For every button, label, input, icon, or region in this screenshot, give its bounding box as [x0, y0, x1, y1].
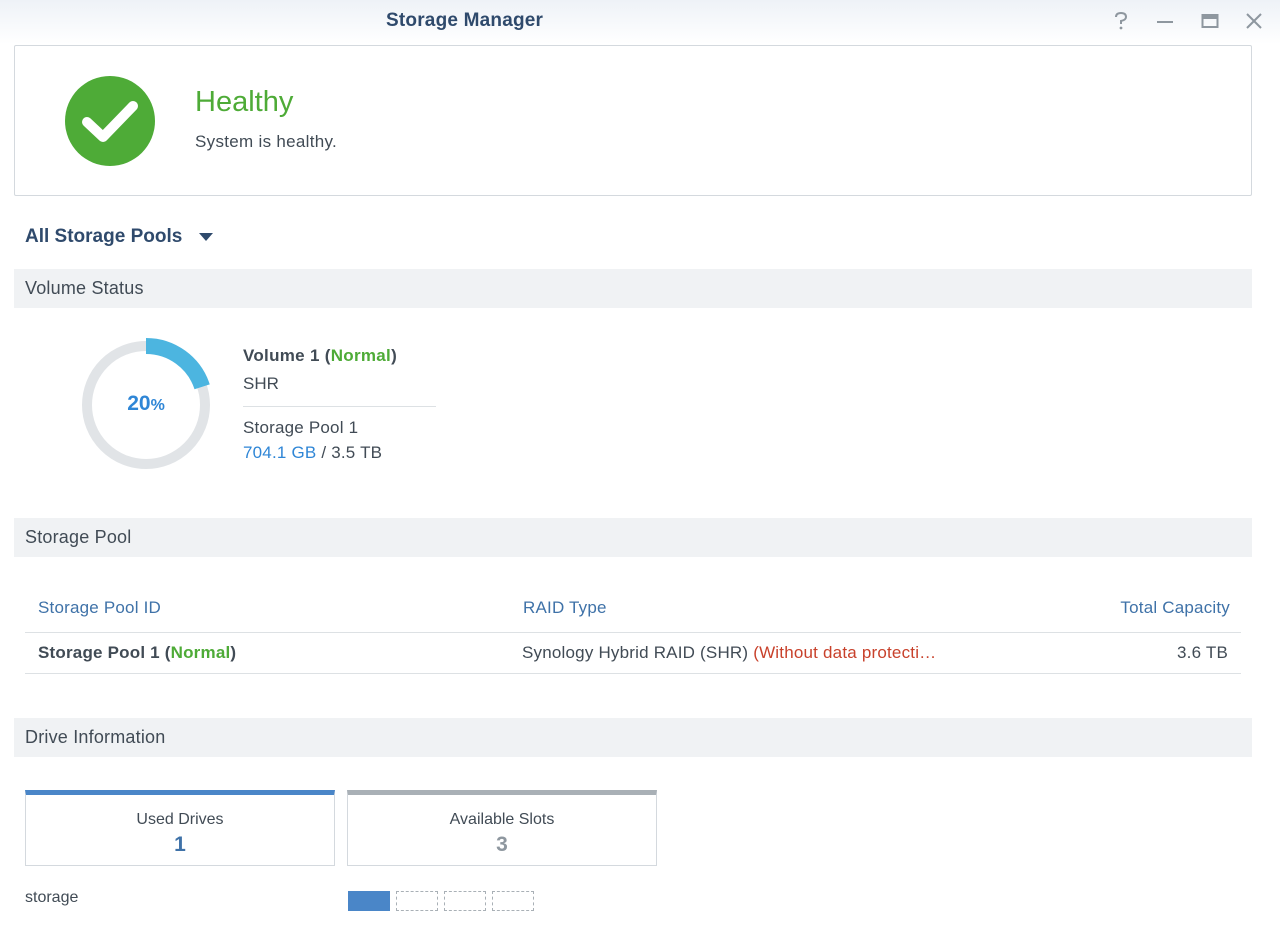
used-drives-label: Used Drives [136, 811, 224, 828]
storage-pool-selector[interactable]: All Storage Pools [25, 226, 214, 248]
maximize-icon[interactable] [1197, 8, 1223, 34]
volume-status-header-label: Volume Status [25, 278, 144, 298]
close-icon[interactable] [1241, 8, 1267, 34]
table-row-divider [25, 673, 1241, 674]
used-drives-card[interactable]: Used Drives 1 [25, 790, 335, 866]
available-slots-label: Available Slots [449, 811, 555, 828]
used-drives-count: 1 [174, 833, 186, 856]
available-slots-card[interactable]: Available Slots 3 [347, 790, 657, 866]
storage-pool-header: Storage Pool [14, 518, 1252, 557]
column-header-raid-type[interactable]: RAID Type [523, 598, 607, 618]
drive-information-header: Drive Information [14, 718, 1252, 757]
volume-type: SHR [243, 374, 279, 393]
checkmark-icon [65, 76, 155, 166]
help-icon[interactable] [1108, 8, 1134, 34]
volume-capacity: 704.1 GB / 3.5 TB [243, 443, 383, 462]
pool-status: Normal [170, 643, 231, 662]
column-header-total-capacity[interactable]: Total Capacity [1120, 598, 1230, 618]
volume-status-header: Volume Status [14, 269, 1252, 308]
volume-pool: Storage Pool 1 [243, 418, 359, 437]
table-header-divider [25, 632, 1241, 633]
pool-id-cell: Storage Pool 1 (Normal) [38, 643, 237, 662]
health-status-message: System is healthy. [195, 132, 338, 151]
window-title: Storage Manager [386, 10, 544, 31]
enclosure-label: storage [25, 889, 79, 906]
chevron-down-icon [199, 233, 214, 241]
storage-pool-header-label: Storage Pool [25, 527, 132, 547]
volume-used: 704.1 GB [243, 443, 317, 462]
title-bar: Storage Manager [0, 0, 1280, 44]
minimize-icon[interactable] [1152, 8, 1178, 34]
drive-slot-used[interactable] [348, 891, 390, 911]
column-header-pool-id[interactable]: Storage Pool ID [38, 598, 161, 618]
capacity-cell: 3.6 TB [1177, 643, 1228, 662]
drive-slot-empty[interactable] [396, 891, 438, 911]
volume-status: Normal [330, 346, 392, 365]
volume-name[interactable]: Volume 1 (Normal) [243, 346, 397, 366]
raid-type-cell: Synology Hybrid RAID (SHR) (Without data… [522, 643, 937, 662]
divider [243, 406, 436, 407]
available-slots-count: 3 [496, 833, 508, 856]
raid-warning: (Without data protecti… [753, 643, 937, 662]
health-status-card: Healthy System is healthy. [14, 45, 1252, 196]
storage-pool-selector-label: All Storage Pools [25, 226, 183, 247]
volume-usage-percent: 20% [127, 392, 165, 415]
drive-slot-empty[interactable] [444, 891, 486, 911]
drive-information-header-label: Drive Information [25, 727, 166, 747]
drive-slot-empty[interactable] [492, 891, 534, 911]
health-status-title: Healthy [195, 86, 294, 118]
volume-total: 3.5 TB [331, 443, 383, 462]
